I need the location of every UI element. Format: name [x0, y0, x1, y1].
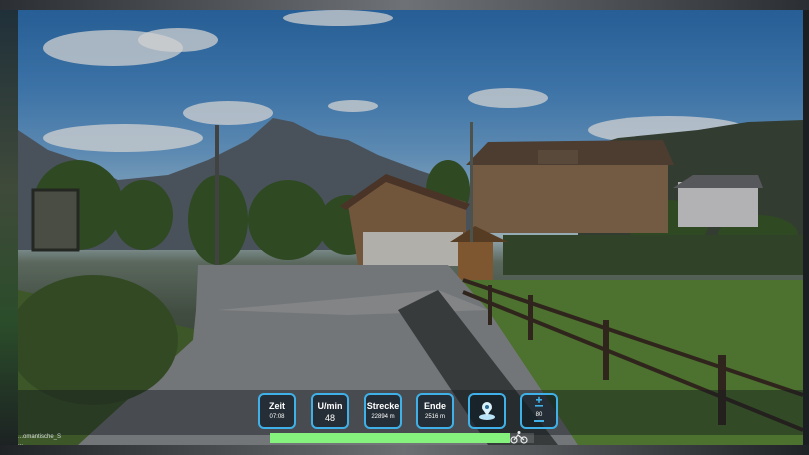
- stat-tile-ende: Ende 2516 m: [416, 393, 454, 429]
- hud-bar: [18, 390, 803, 435]
- window-bottom-bezel: [0, 445, 809, 455]
- stat-value-ende: 2516 m: [424, 414, 445, 420]
- map-pin-icon: [479, 402, 495, 420]
- map-button[interactable]: [468, 393, 506, 429]
- stat-label-zeit: Zeit: [268, 401, 285, 411]
- cyclist-icon: [510, 431, 528, 444]
- scene-dim-overlay: [18, 10, 803, 445]
- stat-value-strecke: 22894 m: [371, 414, 395, 420]
- stat-value-zeit: 07:08: [269, 414, 285, 420]
- resistance-underline: [534, 420, 544, 422]
- window-top-bezel: [0, 0, 809, 10]
- scenario-name: ...omantische_S: [18, 434, 62, 440]
- window-left-bezel: [0, 10, 18, 455]
- stat-tile-strecke: Strecke 22894 m: [364, 393, 402, 429]
- resistance-control-button[interactable]: 80: [520, 393, 558, 429]
- stat-label-strecke: Strecke: [366, 401, 400, 411]
- plus-minus-icon: [535, 396, 543, 407]
- stat-tile-zeit: Zeit 07:08: [258, 393, 296, 429]
- route-progress-fill: [270, 433, 511, 443]
- stat-value-umin: 48: [324, 413, 335, 423]
- stat-tile-umin: U/min 48: [311, 393, 349, 429]
- route-progress-track: [270, 433, 534, 443]
- window-right-bezel: [803, 10, 809, 455]
- resistance-value: 80: [535, 412, 543, 418]
- stat-label-umin: U/min: [317, 401, 343, 411]
- stat-label-ende: Ende: [423, 401, 446, 411]
- video-scene: [18, 10, 803, 445]
